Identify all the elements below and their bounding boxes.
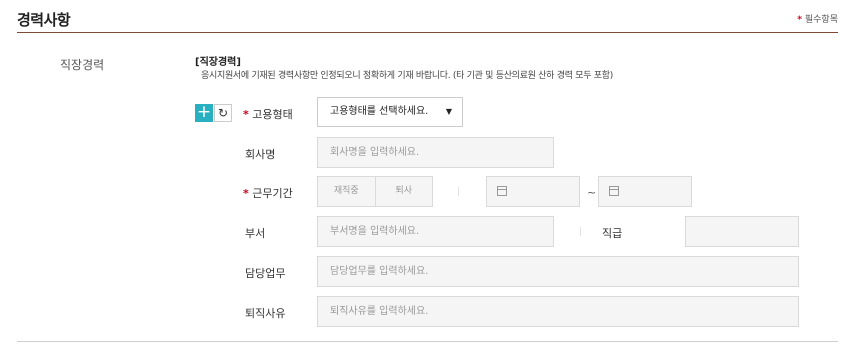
dropdown-arrow-icon: ▼ — [445, 107, 452, 116]
required-star-icon: * — [243, 108, 249, 121]
reset-career-button[interactable]: ↻ — [214, 104, 232, 122]
duty-label: 담당업무 — [245, 267, 286, 280]
department-label: 부서 — [245, 227, 266, 240]
section-title: 경력사항 — [17, 11, 71, 29]
required-note: * 필수항목 — [797, 12, 838, 25]
status-resigned-button[interactable]: 퇴사 — [374, 177, 433, 206]
duty-input[interactable]: 담당업무를 입력하세요. — [317, 256, 799, 287]
required-note-label: 필수항목 — [804, 15, 838, 25]
leave-reason-input[interactable]: 퇴직사유를 입력하세요. — [317, 296, 799, 327]
section-divider — [17, 32, 838, 33]
field-divider — [580, 227, 581, 236]
calendar-icon — [497, 186, 507, 196]
calendar-icon — [609, 186, 619, 196]
employment-status-toggle: 재직중 퇴사 — [317, 176, 433, 207]
position-input[interactable] — [685, 216, 799, 247]
career-subtitle: [직장경력] — [195, 57, 241, 68]
end-date-input[interactable] — [598, 176, 692, 207]
company-input[interactable]: 회사명을 입력하세요. — [317, 137, 554, 168]
section-bottom-divider — [17, 341, 838, 342]
start-date-input[interactable] — [486, 176, 580, 207]
company-label: 회사명 — [245, 148, 276, 161]
status-employed-button[interactable]: 재직중 — [318, 177, 375, 206]
leave-reason-label: 퇴직사유 — [245, 307, 286, 320]
refresh-icon: ↻ — [217, 106, 229, 120]
plus-icon: + — [196, 102, 212, 122]
field-divider — [458, 187, 459, 196]
add-career-button[interactable]: + — [195, 104, 213, 122]
department-input[interactable]: 부서명을 입력하세요. — [317, 216, 554, 247]
date-range-separator: ~ — [587, 186, 597, 199]
employment-type-label: * 고용형태 — [243, 108, 293, 121]
employment-type-value: 고용형태를 선택하세요. — [330, 106, 429, 117]
required-star-icon: * — [797, 15, 802, 25]
career-row-label: 직장경력 — [60, 58, 105, 72]
period-label: * 근무기간 — [243, 187, 293, 200]
career-description: 응시지원서에 기재된 경력사항만 인정되오니 정확하게 기재 바랍니다. (타 … — [201, 71, 613, 81]
required-star-icon: * — [243, 187, 249, 200]
employment-type-select[interactable]: 고용형태를 선택하세요. ▼ — [317, 97, 463, 127]
position-label: 직급 — [602, 227, 623, 240]
